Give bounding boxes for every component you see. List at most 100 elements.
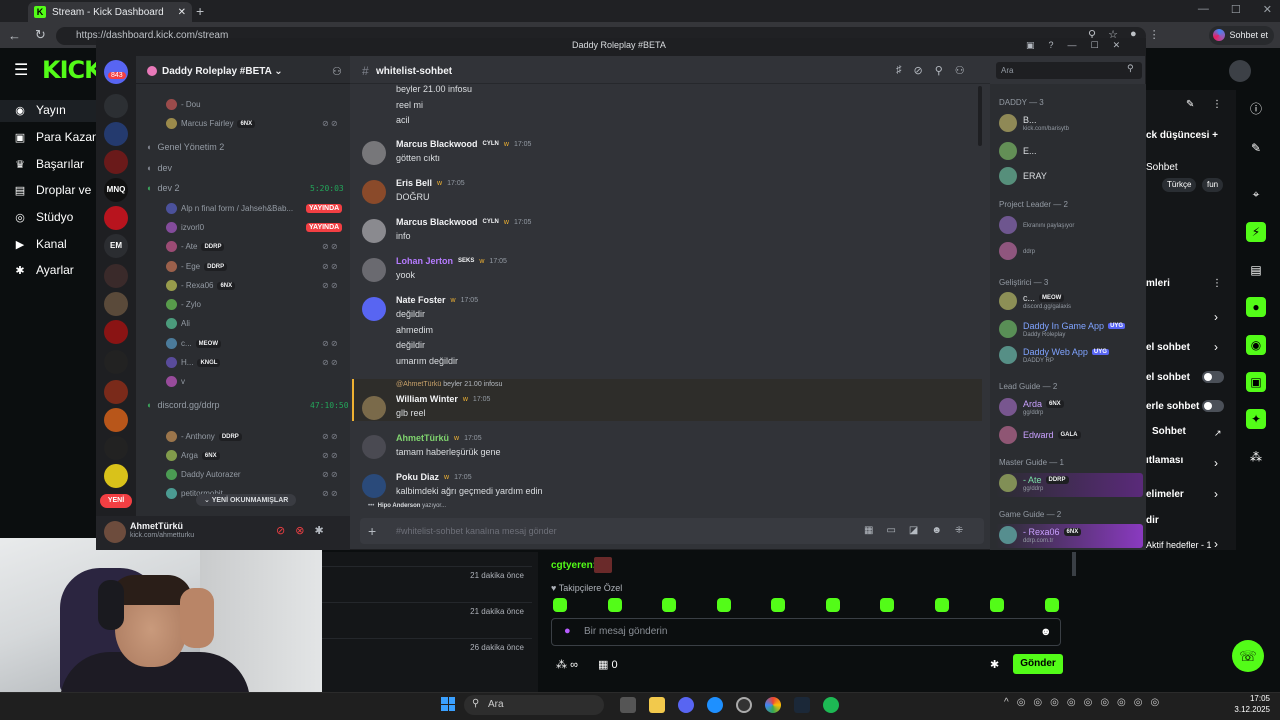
broadcast-icon[interactable]: ◉ [1246, 335, 1266, 355]
back-icon[interactable]: ← [8, 28, 21, 43]
new-tab-button[interactable]: + [196, 3, 204, 19]
avatar[interactable] [362, 396, 386, 420]
chevron-right-icon[interactable]: › [1214, 456, 1218, 470]
scrollbar[interactable] [1072, 552, 1076, 576]
deafen-icon[interactable]: ⊗ [295, 524, 304, 537]
member-item[interactable]: Ekranını paylaşıyor [999, 216, 1074, 234]
kick-menu-item[interactable]: ▤ Droplar ve [14, 183, 92, 197]
threads-icon[interactable]: ♯ [896, 64, 902, 77]
voice-user[interactable]: izvorl0 [166, 222, 204, 233]
emote-icon[interactable] [880, 598, 894, 612]
start-button[interactable] [441, 697, 455, 711]
minimize-icon[interactable]: — [1198, 3, 1209, 16]
emote-icon[interactable] [553, 598, 567, 612]
chat-settings-icon[interactable]: ✱ [990, 658, 999, 671]
voice-channel[interactable]: ◖ discord.gg/ddrp [146, 400, 219, 410]
voice-user[interactable]: Arga 6NX [166, 450, 220, 461]
member-list-icon[interactable]: ⚇ [955, 64, 965, 77]
emoji-icon[interactable]: ☻ [1040, 626, 1052, 638]
gif-icon[interactable]: ▭ [886, 525, 895, 536]
server-icon[interactable] [104, 122, 128, 146]
avatar[interactable] [362, 219, 386, 243]
message-author[interactable]: Marcus Blackwood [396, 217, 478, 227]
server-icon[interactable] [104, 264, 128, 288]
layout-icon[interactable]: ▣ [1246, 372, 1266, 392]
member-item[interactable]: Daddy Web App UYG DADDY RP [999, 346, 1109, 364]
external-link-icon[interactable]: ↗ [1214, 428, 1222, 439]
edge-icon[interactable] [707, 697, 723, 713]
member-item[interactable]: E... [999, 142, 1037, 160]
mic-muted-icon[interactable]: ⊘ [276, 524, 285, 537]
member-item[interactable]: - Rexa06 6NX ddrp.com.tr [999, 526, 1082, 544]
copilot-chat-button[interactable]: Sohbet et [1209, 26, 1274, 45]
search-input[interactable]: Ara [996, 62, 1142, 79]
server-icon[interactable] [104, 380, 128, 404]
member-item[interactable]: Arda 6NX gg/ddrp [999, 398, 1064, 416]
current-username[interactable]: AhmetTürkü [130, 521, 183, 531]
member-item[interactable]: - Ate DDRP gg/ddrp [999, 474, 1069, 492]
target-icon[interactable]: ⌖ [1246, 184, 1266, 204]
message-author[interactable]: AhmetTürkü [396, 433, 449, 443]
message-author[interactable]: Marcus Blackwood [396, 139, 478, 149]
message-input-placeholder[interactable]: #whitelist-sohbet kanalına mesaj gönder [396, 526, 557, 536]
info-icon[interactable]: ⓘ [1246, 99, 1266, 119]
avatar[interactable] [362, 180, 386, 204]
member-item[interactable]: Edward GALA [999, 426, 1081, 444]
pin-icon[interactable]: ⚲ [935, 64, 943, 77]
apps-icon[interactable]: ⁜ [955, 525, 963, 536]
server-icon[interactable] [104, 320, 128, 344]
toggle-switch[interactable] [1202, 400, 1224, 412]
server-name[interactable]: Daddy Roleplay #BETA ⌄ [162, 66, 283, 77]
emoji-icon[interactable]: ☻ [931, 525, 942, 536]
chat-message-input[interactable]: Bir mesaj gönderin [551, 618, 1061, 646]
server-icon[interactable]: MNQ [104, 178, 128, 202]
voice-user[interactable]: v [166, 376, 185, 387]
voice-user[interactable]: - Rexa06 6NX [166, 280, 236, 291]
send-button[interactable]: Gönder [1013, 654, 1063, 674]
scrollbar[interactable] [978, 86, 982, 146]
voice-channel[interactable]: ◖ Genel Yönetim 2 [146, 142, 224, 152]
voice-user[interactable]: Marcus Fairley 6NX [166, 118, 256, 129]
avatar[interactable] [362, 258, 386, 282]
wrench-icon[interactable]: ✦ [1246, 409, 1266, 429]
notifications-icon[interactable]: ⊘ [914, 64, 923, 77]
close-tab-icon[interactable]: ✕ [178, 7, 186, 18]
server-icon[interactable] [104, 150, 128, 174]
edit-icon[interactable]: ✎ [1186, 99, 1194, 110]
voice-user[interactable]: - Anthony DDRP [166, 431, 242, 442]
taskbar-clock[interactable]: 17:05 3.12.2025 [1210, 693, 1270, 715]
emote-icon[interactable] [826, 598, 840, 612]
server-icon[interactable] [104, 206, 128, 230]
chevron-right-icon[interactable]: › [1214, 537, 1218, 551]
message-author[interactable]: Eris Bell [396, 178, 432, 188]
maximize-icon[interactable]: ☐ [1231, 3, 1241, 16]
gift-icon[interactable]: ▦ [864, 525, 873, 536]
avatar[interactable] [362, 297, 386, 321]
emote-icon[interactable] [662, 598, 676, 612]
voice-channel[interactable]: ◖ dev 2 [146, 183, 179, 193]
avatar[interactable] [362, 435, 386, 459]
kick-menu-item[interactable]: ◎ Stüdyo [14, 210, 73, 224]
gear-icon[interactable]: ✱ [314, 524, 323, 537]
close-window-icon[interactable]: ✕ [1263, 3, 1272, 16]
message-author[interactable]: Nate Foster [396, 295, 446, 305]
tag-chip[interactable]: fun [1202, 178, 1224, 192]
voice-user[interactable]: H... KNGL [166, 357, 221, 368]
more-dots-icon[interactable]: ⋮ [1212, 99, 1222, 110]
message-author[interactable]: William Winter [396, 394, 458, 404]
server-icon[interactable] [104, 292, 128, 316]
emote-icon[interactable] [935, 598, 949, 612]
emote-icon[interactable] [990, 598, 1004, 612]
member-item[interactable]: Daddy In Game App UYG Daddy Roleplay [999, 320, 1126, 338]
chevron-right-icon[interactable]: › [1214, 340, 1218, 354]
file-explorer-icon[interactable] [649, 697, 665, 713]
bolt-icon[interactable]: ⚡ [1246, 222, 1266, 242]
minimize-icon[interactable]: — [1068, 40, 1077, 51]
voice-user[interactable]: c... MEOW [166, 338, 222, 349]
member-item[interactable]: ddrp [999, 242, 1035, 260]
task-view-icon[interactable] [620, 697, 636, 713]
user-avatar[interactable] [1229, 60, 1251, 82]
emote-icon[interactable] [608, 598, 622, 612]
system-tray[interactable]: ^◎◎◎◎◎◎◎◎◎ [1004, 697, 1167, 708]
voice-user[interactable]: Daddy Autorazer [166, 469, 241, 480]
